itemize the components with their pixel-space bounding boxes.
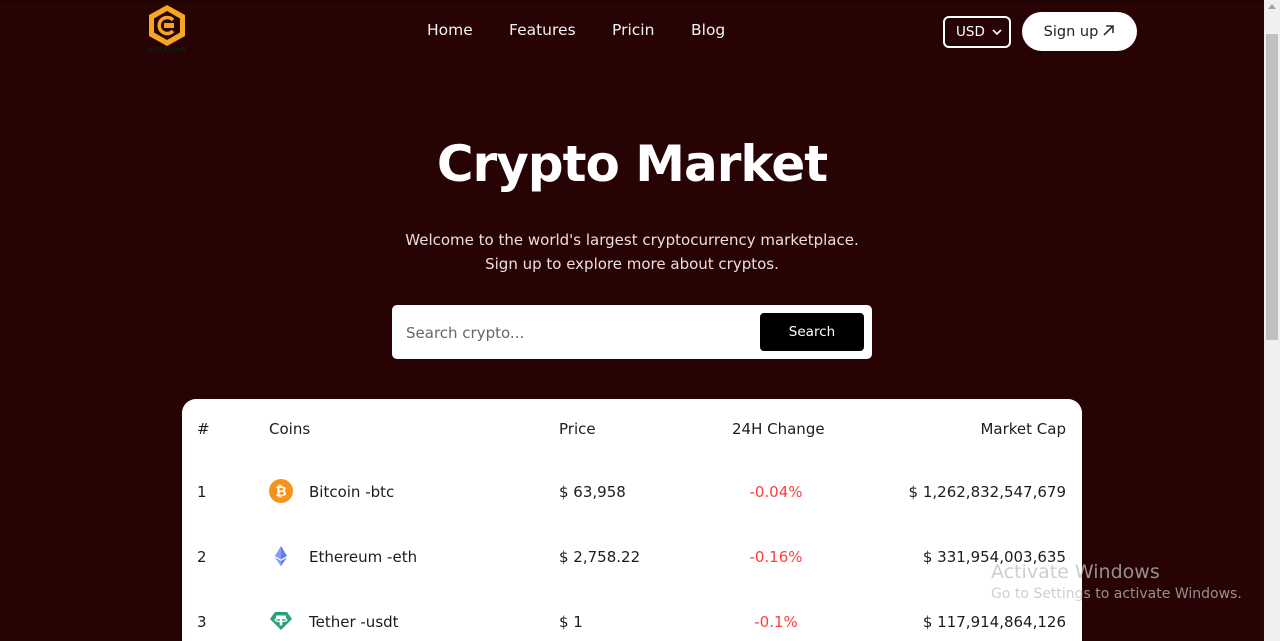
crypto-table: # Coins Price 24H Change Market Cap 1 ₿ … (182, 399, 1082, 641)
ethereum-icon (269, 544, 293, 568)
header-coins: Coins (269, 420, 311, 438)
chevron-down-icon (992, 25, 1002, 42)
hero-subtitle-line2: Sign up to explore more about cryptos. (485, 255, 779, 273)
scroll-up-arrow-icon[interactable] (1268, 4, 1276, 9)
row-change: -0.1% (754, 613, 798, 631)
row-rank: 2 (197, 548, 207, 566)
row-coin: Tether -usdt (309, 613, 399, 631)
search-button[interactable]: Search (760, 313, 864, 351)
signup-label: Sign up (1043, 23, 1099, 40)
page: BLOCKCHAIN Home Features Pricin Blog USD… (0, 0, 1264, 641)
vertical-scrollbar[interactable] (1264, 0, 1280, 641)
row-coin: Ethereum -eth (309, 548, 418, 566)
header-market-cap: Market Cap (980, 420, 1066, 438)
row-market-cap: $ 1,262,832,547,679 (908, 483, 1066, 501)
row-rank: 1 (197, 483, 207, 501)
tether-icon (269, 609, 293, 633)
row-price: $ 63,958 (559, 483, 626, 501)
hero-subtitle: Welcome to the world's largest cryptocur… (0, 228, 1264, 276)
page-title: Crypto Market (436, 135, 828, 193)
row-price: $ 2,758.22 (559, 548, 641, 566)
header-change: 24H Change (732, 420, 825, 438)
bitcoin-icon: ₿ (269, 479, 293, 503)
row-price: $ 1 (559, 613, 583, 631)
currency-select[interactable]: USD (943, 16, 1011, 48)
nav-features[interactable]: Features (509, 21, 576, 39)
row-market-cap: $ 117,914,864,126 (922, 613, 1066, 631)
row-change: -0.04% (749, 483, 803, 501)
row-change: -0.16% (749, 548, 803, 566)
svg-text:₿: ₿ (275, 484, 286, 500)
scrollbar-thumb[interactable] (1266, 34, 1278, 340)
currency-value: USD (956, 24, 985, 40)
logo-text: BLOCKCHAIN (147, 47, 187, 53)
nav-blog[interactable]: Blog (691, 21, 725, 39)
header-rank: # (197, 420, 210, 438)
header-price: Price (559, 420, 596, 438)
row-rank: 3 (197, 613, 207, 631)
arrow-up-right-icon (1102, 23, 1115, 41)
row-coin: Bitcoin -btc (309, 483, 395, 501)
search-input[interactable] (404, 319, 748, 347)
hero-subtitle-line1: Welcome to the world's largest cryptocur… (405, 231, 859, 249)
row-market-cap: $ 331,954,003,635 (922, 548, 1066, 566)
nav-pricing[interactable]: Pricin (612, 21, 654, 39)
nav-home[interactable]: Home (427, 21, 473, 39)
signup-button[interactable]: Sign up (1022, 12, 1137, 51)
search-form: Search (392, 305, 872, 359)
